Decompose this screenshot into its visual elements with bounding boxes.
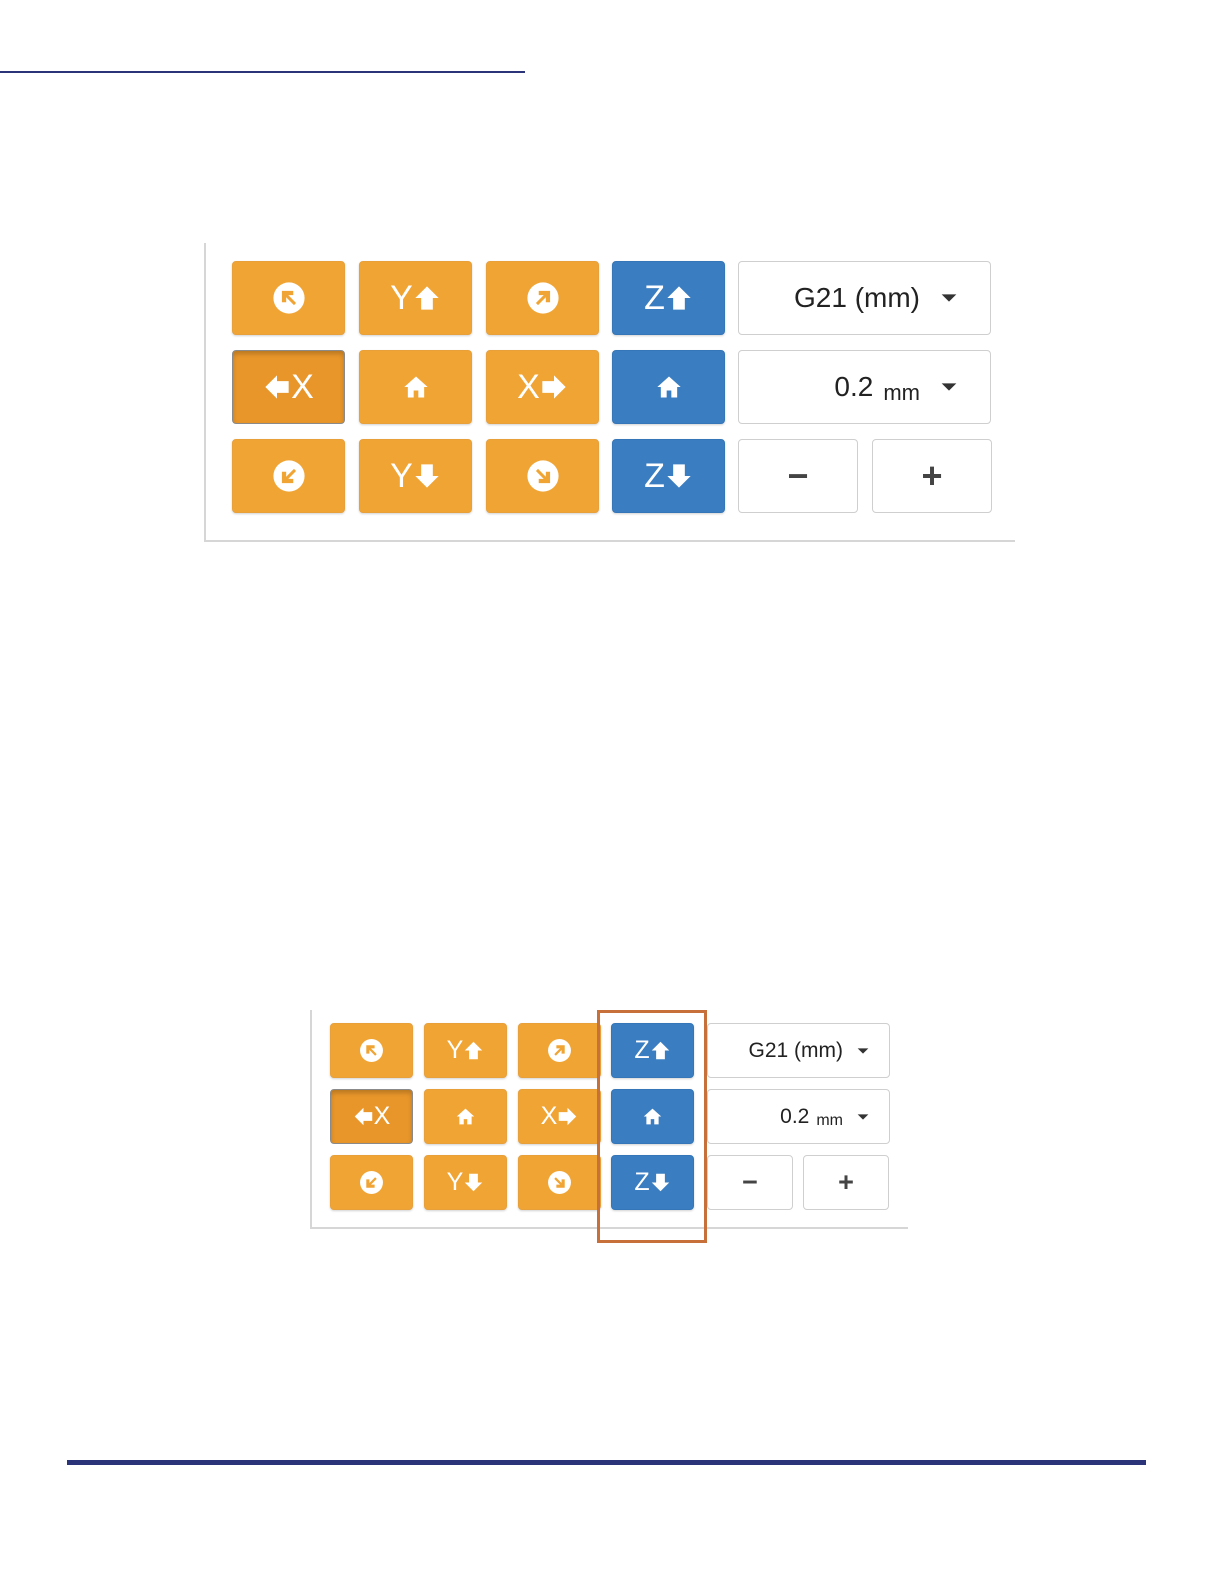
jog-up-left-button[interactable] <box>232 261 345 335</box>
axis-label: X <box>540 1102 558 1130</box>
axis-label: X <box>517 367 540 406</box>
arrow-down-icon <box>413 462 441 490</box>
units-select[interactable]: G21 (mm) <box>707 1023 890 1078</box>
axis-label: X <box>373 1102 391 1130</box>
minus-icon: − <box>742 1167 758 1197</box>
step-decrease-button[interactable]: − <box>738 439 858 513</box>
jog-up-left-button[interactable] <box>330 1023 413 1078</box>
arrow-down-right-circle-icon <box>526 459 560 493</box>
jog-down-right-button[interactable] <box>486 439 599 513</box>
units-select-value: G21 (mm) <box>748 1038 844 1062</box>
panel-left-border <box>310 1010 312 1229</box>
jog-y-minus-button[interactable]: Y <box>424 1155 507 1210</box>
jog-y-plus-button[interactable]: Y <box>424 1023 507 1078</box>
arrow-right-icon <box>557 1106 578 1127</box>
caret-down-icon <box>855 1043 871 1059</box>
axis-label: Z <box>644 278 665 317</box>
step-increase-button[interactable]: + <box>803 1155 889 1210</box>
step-select-value: 0.2 <box>834 371 874 402</box>
step-select-unit: mm <box>883 380 920 405</box>
arrow-left-icon <box>353 1106 374 1127</box>
jog-down-right-button[interactable] <box>518 1155 601 1210</box>
axis-label: Y <box>446 1168 464 1196</box>
jog-y-plus-button[interactable]: Y <box>359 261 472 335</box>
arrow-down-icon <box>665 462 693 490</box>
panel-left-border <box>204 243 206 542</box>
arrow-down-left-circle-icon <box>359 1170 384 1195</box>
caret-down-icon <box>938 287 960 309</box>
z-axis-highlight-box <box>597 1010 707 1243</box>
arrow-up-left-circle-icon <box>359 1038 384 1063</box>
axis-label: Z <box>644 456 665 495</box>
jog-up-right-button[interactable] <box>486 261 599 335</box>
panel-bottom-border <box>204 540 1015 542</box>
step-decrease-button[interactable]: − <box>707 1155 793 1210</box>
units-select[interactable]: G21 (mm) <box>738 261 991 335</box>
jog-x-plus-button[interactable]: X <box>486 350 599 424</box>
axis-label: X <box>291 367 314 406</box>
jog-y-minus-button[interactable]: Y <box>359 439 472 513</box>
home-icon <box>402 373 430 401</box>
step-select-unit: mm <box>816 1111 843 1129</box>
arrow-down-icon <box>463 1172 484 1193</box>
caret-down-icon <box>855 1109 871 1125</box>
home-icon <box>655 373 683 401</box>
axis-label: Y <box>390 278 413 317</box>
jog-z-minus-button[interactable]: Z <box>612 439 725 513</box>
jog-x-minus-button[interactable]: X <box>232 350 345 424</box>
jog-x-plus-button[interactable]: X <box>518 1089 601 1144</box>
jog-down-left-button[interactable] <box>330 1155 413 1210</box>
arrow-left-icon <box>263 373 291 401</box>
jog-z-plus-button[interactable]: Z <box>612 261 725 335</box>
home-xy-button[interactable] <box>424 1089 507 1144</box>
step-size-select[interactable]: 0.2 mm <box>707 1089 890 1144</box>
arrow-up-icon <box>463 1040 484 1061</box>
footer-rule <box>67 1460 1146 1465</box>
home-icon <box>455 1106 476 1127</box>
axis-label: Y <box>446 1036 464 1064</box>
jog-control-panel: Y Z X X Y Z G21 (mm) 0.2 mm − + <box>204 243 1015 542</box>
units-select-value: G21 (mm) <box>794 282 920 313</box>
jog-x-minus-button[interactable]: X <box>330 1089 413 1144</box>
minus-icon: − <box>787 455 809 496</box>
jog-up-right-button[interactable] <box>518 1023 601 1078</box>
header-rule <box>0 71 525 73</box>
caret-down-icon <box>938 376 960 398</box>
home-xy-button[interactable] <box>359 350 472 424</box>
arrow-up-right-circle-icon <box>526 281 560 315</box>
plus-icon: + <box>921 455 943 496</box>
axis-label: Y <box>390 456 413 495</box>
step-size-select[interactable]: 0.2 mm <box>738 350 991 424</box>
arrow-up-left-circle-icon <box>272 281 306 315</box>
step-select-value: 0.2 <box>780 1104 810 1128</box>
home-z-button[interactable] <box>612 350 725 424</box>
arrow-up-icon <box>413 284 441 312</box>
arrow-up-icon <box>665 284 693 312</box>
arrow-right-icon <box>540 373 568 401</box>
arrow-down-right-circle-icon <box>547 1170 572 1195</box>
arrow-up-right-circle-icon <box>547 1038 572 1063</box>
plus-icon: + <box>838 1167 854 1197</box>
arrow-down-left-circle-icon <box>272 459 306 493</box>
step-increase-button[interactable]: + <box>872 439 992 513</box>
jog-down-left-button[interactable] <box>232 439 345 513</box>
